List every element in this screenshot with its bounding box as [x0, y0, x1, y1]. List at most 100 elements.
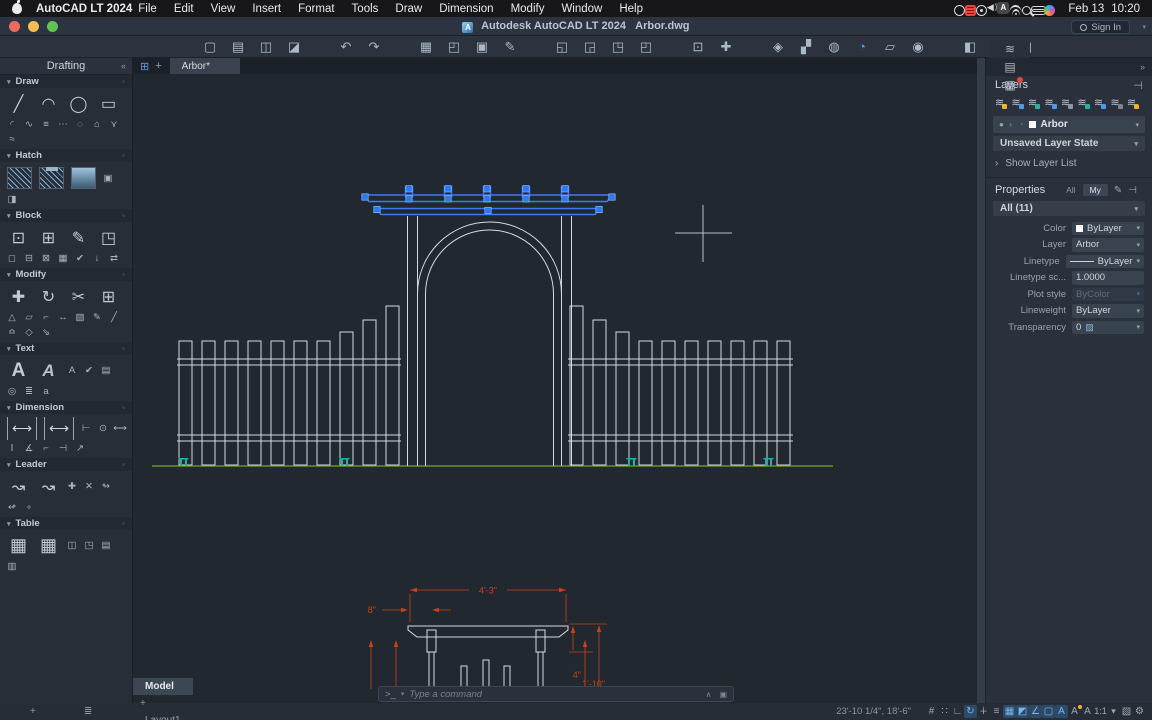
section-header[interactable]: ▾ Modify ◦ [0, 268, 132, 281]
baseline-dim-icon[interactable]: ⌐ [39, 442, 53, 455]
scale-value[interactable]: 1:1 [1094, 705, 1107, 718]
plan-view[interactable]: 4'-3" 8" 4" 1'-10" [368, 586, 607, 690]
align-icon[interactable]: ⇘ [39, 326, 53, 339]
new-drawing-tab-button[interactable]: + [155, 60, 161, 72]
quick-select-icon[interactable]: ✎ [1114, 185, 1122, 196]
table-rows-icon[interactable]: ▤ [99, 539, 113, 552]
edit-polyline-icon[interactable]: ✎ [90, 311, 104, 324]
layer-freeze-icon[interactable]: ◐ [1009, 120, 1014, 129]
collapse-palette-icon[interactable]: « [121, 61, 126, 71]
fence-right[interactable] [568, 306, 793, 465]
palette-list-icon[interactable]: ≣ [84, 706, 92, 717]
stretch-icon[interactable]: ↔ [56, 311, 70, 324]
break-icon[interactable]: ╱ [107, 311, 121, 324]
menu-item[interactable]: File [138, 3, 157, 15]
object-snap-tracking-icon[interactable]: ∔ [977, 705, 990, 718]
boundary-icon[interactable]: ▣ [101, 172, 115, 185]
edit-attribute-icon[interactable]: ◳ [95, 225, 122, 250]
block-table-icon[interactable]: ▦ [56, 252, 70, 265]
checked-block-icon[interactable]: ✔ [73, 252, 87, 265]
app-menu[interactable]: AutoCAD LT 2024 [36, 3, 132, 15]
dynamic-input-icon[interactable]: ▢ [1042, 705, 1055, 718]
linear-dim-icon[interactable]: ⊢ [79, 422, 93, 435]
customization-icon[interactable]: ⚙ [1133, 705, 1146, 718]
panel-tab-layers[interactable]: ≋ [990, 40, 1030, 58]
layer-properties-icon[interactable]: ≋ [1010, 96, 1023, 109]
panel-autohide-icon[interactable]: ⊣ [1133, 79, 1143, 92]
isodraft-icon[interactable]: ∠ [1029, 705, 1042, 718]
layer-previous-icon[interactable]: ≋ [1059, 96, 1072, 109]
autoscale-icon[interactable]: A [1068, 705, 1081, 718]
insert-block-icon[interactable]: ⊡ [5, 225, 32, 250]
mline-icon[interactable]: ≡ [39, 118, 53, 131]
panel-expand-icon[interactable]: » [1140, 62, 1148, 72]
polar-tracking-icon[interactable]: ↻ [964, 705, 977, 718]
color-dropdown[interactable]: ByLayer▾ [1072, 222, 1144, 236]
account-icon[interactable] [976, 5, 987, 16]
layer-lock-icon[interactable]: ◔ [1019, 120, 1024, 129]
lineweight-icon[interactable]: ≡ [990, 705, 1003, 718]
purge-icon[interactable]: ◉ [910, 39, 926, 55]
aligned-dim-icon[interactable]: ⟷ [113, 422, 127, 435]
multileader-style-icon[interactable]: ↝ [35, 474, 62, 499]
menu-time[interactable]: 10:20 [1111, 3, 1140, 15]
apple-logo-icon[interactable] [12, 3, 22, 14]
section-header[interactable]: ▾ Block ◦ [0, 209, 132, 222]
single-line-text-icon[interactable]: A [65, 364, 79, 377]
command-customize-icon[interactable]: ▣ [719, 690, 727, 699]
red-app-icon[interactable] [965, 5, 976, 16]
menu-item[interactable]: Help [619, 3, 643, 15]
section-header[interactable]: ▾ Hatch ◦ [0, 149, 132, 162]
rotate-icon[interactable]: ↻ [35, 284, 62, 309]
command-input[interactable]: Type a command [409, 689, 482, 700]
radius-dim-icon[interactable]: ⊙ [96, 422, 110, 435]
ray-icon[interactable]: ⋎ [107, 118, 121, 131]
start-tab-grid-icon[interactable]: ⊞ [140, 60, 149, 73]
polyline-icon[interactable]: ◠ [35, 91, 62, 116]
table-cell-icon[interactable]: ◳ [82, 539, 96, 552]
save-icon[interactable]: ◫ [258, 39, 274, 55]
panel-tab-properties[interactable]: ▦ [990, 76, 1030, 94]
section-options-icon[interactable]: ◦ [122, 344, 125, 353]
volume-icon[interactable]: ◀ [987, 2, 998, 13]
table-columns-icon[interactable]: ▥ [5, 560, 19, 573]
arbor-posts-and-arch[interactable] [408, 216, 572, 466]
menu-item[interactable]: Format [298, 3, 334, 15]
siri-icon[interactable] [1044, 5, 1055, 16]
command-collapse-icon[interactable]: ∧ [706, 690, 712, 699]
layout-tab[interactable]: Model [133, 678, 193, 695]
explode-icon[interactable]: ▧ [73, 311, 87, 324]
layer-color-swatch[interactable] [1029, 121, 1036, 128]
control-center-icon[interactable] [1031, 6, 1044, 15]
drawing-compare-icon[interactable]: ◧ [962, 39, 978, 55]
mirror-icon[interactable]: △ [5, 311, 19, 324]
panel-resize-gutter[interactable] [977, 58, 985, 703]
drawing-tab-arbor[interactable]: Arbor* [170, 58, 240, 74]
continue-dim-icon[interactable]: ⊣ [56, 442, 70, 455]
layout-tab[interactable]: Layout1 [133, 712, 193, 720]
titlebar-caret-icon[interactable]: ▾ [1142, 23, 1146, 31]
text-align-icon[interactable]: ▤ [99, 364, 113, 377]
import-icon[interactable]: ◳ [610, 39, 626, 55]
command-line[interactable]: >_ ▾ Type a command ∧ ▣ [378, 686, 734, 702]
model-space-canvas[interactable]: 4'-3" 8" 4" 1'-10" [133, 74, 977, 703]
menu-date[interactable]: Feb 13 [1068, 3, 1104, 15]
layer-states-icon[interactable]: ≋ [1026, 96, 1039, 109]
hatch-icon[interactable] [7, 167, 32, 189]
layer-state-dropdown[interactable]: Unsaved Layer State ▾ [993, 136, 1145, 151]
define-attribute-icon[interactable]: ◻ [5, 252, 19, 265]
menu-item[interactable]: Insert [252, 3, 281, 15]
sign-in-button[interactable]: Sign In [1071, 20, 1130, 34]
arc-icon[interactable]: ◜ [5, 118, 19, 131]
point-icon[interactable]: ⋯ [56, 118, 70, 131]
create-block-icon[interactable]: ⊞ [35, 225, 62, 250]
fillet-icon[interactable]: ⌐ [39, 311, 53, 324]
find-text-icon[interactable]: ◎ [5, 385, 19, 398]
region-icon[interactable]: ◨ [5, 193, 19, 206]
replace-block-icon[interactable]: ⇄ [107, 252, 121, 265]
etransmit-icon[interactable]: ◰ [638, 39, 654, 55]
menu-item[interactable]: Dimension [439, 3, 493, 15]
fence-left[interactable] [177, 306, 401, 465]
layer-match-icon[interactable]: ≋ [1043, 96, 1056, 109]
hatch-edit-icon[interactable] [39, 167, 64, 189]
